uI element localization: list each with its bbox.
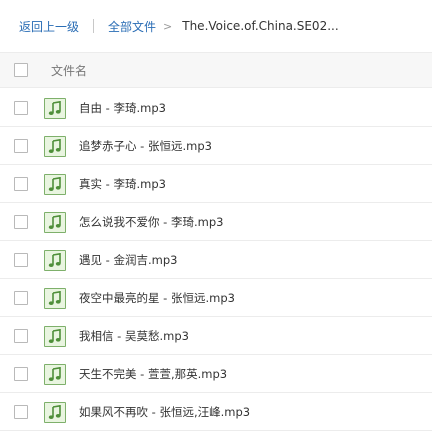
file-row[interactable]: 夜空中最亮的星 - 张恒远.mp3 xyxy=(0,279,432,317)
row-checkbox[interactable] xyxy=(14,405,28,419)
music-file-icon xyxy=(44,288,66,309)
row-checkbox[interactable] xyxy=(14,215,28,229)
file-row[interactable]: 真实 - 李琦.mp3 xyxy=(0,165,432,203)
breadcrumb-arrow-icon: > xyxy=(163,19,173,33)
music-file-icon xyxy=(44,136,66,157)
music-file-icon xyxy=(44,402,66,423)
row-checkbox[interactable] xyxy=(14,291,28,305)
row-checkbox[interactable] xyxy=(14,177,28,191)
music-file-icon xyxy=(44,174,66,195)
file-name[interactable]: 天生不完美 - 萱萱,那英.mp3 xyxy=(79,366,227,382)
file-name[interactable]: 怎么说我不爱你 - 李琦.mp3 xyxy=(79,214,223,230)
row-checkbox[interactable] xyxy=(14,139,28,153)
file-list: 自由 - 李琦.mp3 追梦赤子心 - 张恒远.mp3 真实 - 李琦.mp3 怎么说… xyxy=(0,89,432,431)
file-row[interactable]: 我相信 - 吴莫愁.mp3 xyxy=(0,317,432,355)
row-checkbox[interactable] xyxy=(14,329,28,343)
file-list-header: 文件名 xyxy=(0,52,432,88)
select-all-checkbox[interactable] xyxy=(14,63,28,77)
row-checkbox[interactable] xyxy=(14,367,28,381)
file-name[interactable]: 遇见 - 金润吉.mp3 xyxy=(79,252,177,268)
breadcrumb-divider xyxy=(93,19,95,33)
music-file-icon xyxy=(44,212,66,233)
current-folder-name: The.Voice.of.China.SE02... xyxy=(182,19,339,33)
file-name[interactable]: 追梦赤子心 - 张恒远.mp3 xyxy=(79,138,212,154)
music-file-icon xyxy=(44,98,66,119)
file-row[interactable]: 怎么说我不爱你 - 李琦.mp3 xyxy=(0,203,432,241)
file-row[interactable]: 自由 - 李琦.mp3 xyxy=(0,89,432,127)
back-link[interactable]: 返回上一级 xyxy=(19,18,79,35)
row-checkbox[interactable] xyxy=(14,101,28,115)
file-name[interactable]: 自由 - 李琦.mp3 xyxy=(79,100,166,116)
file-name[interactable]: 我相信 - 吴莫愁.mp3 xyxy=(79,328,189,344)
file-row[interactable]: 追梦赤子心 - 张恒远.mp3 xyxy=(0,127,432,165)
file-row[interactable]: 如果风不再吹 - 张恒远,汪峰.mp3 xyxy=(0,393,432,431)
row-checkbox[interactable] xyxy=(14,253,28,267)
file-row[interactable]: 天生不完美 - 萱萱,那英.mp3 xyxy=(0,355,432,393)
all-files-link[interactable]: 全部文件 xyxy=(108,18,156,35)
music-file-icon xyxy=(44,326,66,347)
file-name[interactable]: 如果风不再吹 - 张恒远,汪峰.mp3 xyxy=(79,404,250,420)
filename-column-header[interactable]: 文件名 xyxy=(51,62,87,79)
file-name[interactable]: 真实 - 李琦.mp3 xyxy=(79,176,166,192)
breadcrumb: 返回上一级 全部文件 > The.Voice.of.China.SE02... xyxy=(0,0,432,52)
file-name[interactable]: 夜空中最亮的星 - 张恒远.mp3 xyxy=(79,290,235,306)
file-row[interactable]: 遇见 - 金润吉.mp3 xyxy=(0,241,432,279)
music-file-icon xyxy=(44,364,66,385)
music-file-icon xyxy=(44,250,66,271)
